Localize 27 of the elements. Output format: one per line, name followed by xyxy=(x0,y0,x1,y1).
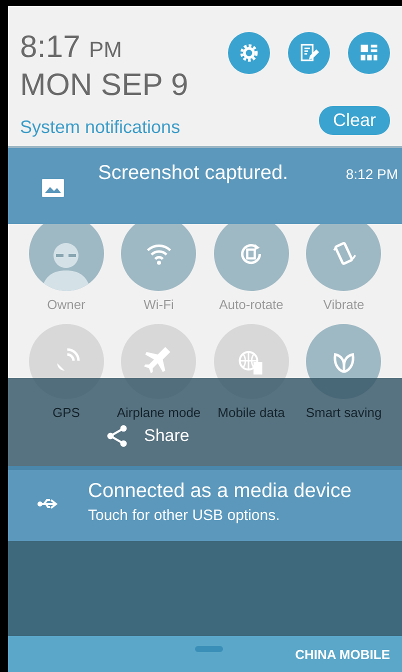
toggle-label: Auto-rotate xyxy=(219,297,284,312)
toggle-label: Owner xyxy=(47,297,86,312)
settings-icon xyxy=(238,42,260,64)
system-notifications-link[interactable]: System notifications xyxy=(20,117,180,138)
carrier-name: CHINA MOBILE xyxy=(295,646,390,662)
grid-menu-button[interactable] xyxy=(348,32,390,74)
notification-card[interactable]: Connected as a media device Touch for other USB options. xyxy=(8,466,402,541)
notification-card[interactable]: Screenshot captured. 8:12 PM xyxy=(8,148,402,224)
clear-button[interactable]: Clear xyxy=(318,106,390,135)
toggle-label: Wi-Fi xyxy=(144,297,174,312)
notification-text: Touch for other USB options. xyxy=(88,507,281,524)
toggle-label: Vibrate xyxy=(323,297,364,312)
toggle-label: Airplane mode xyxy=(116,405,201,420)
notification-time: 8:12 PM xyxy=(346,166,398,182)
settings-button[interactable] xyxy=(228,32,270,74)
date-label: MON SEP 9 xyxy=(20,67,188,103)
notification-title: Connected as a media device xyxy=(88,480,352,503)
toggle-label: GPS xyxy=(52,405,80,420)
toggle-label: Smart saving xyxy=(306,405,382,420)
note-edit-button[interactable] xyxy=(288,32,330,74)
toggle-label: Mobile data xyxy=(218,405,285,420)
image-icon xyxy=(41,176,65,200)
drag-handle[interactable] xyxy=(195,646,223,652)
note-edit-icon xyxy=(298,42,320,64)
share-label: Share xyxy=(144,426,190,446)
notification-title: Screenshot captured. xyxy=(98,162,288,185)
clock-time: 8:17 PM xyxy=(20,30,122,66)
